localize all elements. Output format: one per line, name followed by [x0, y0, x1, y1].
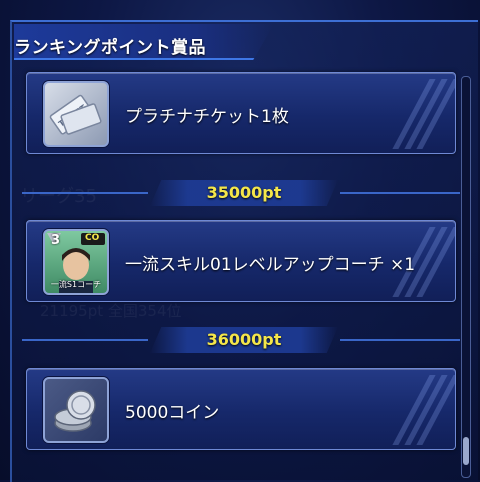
- card-type-badge: CO: [85, 233, 100, 243]
- card-decoration: [392, 79, 455, 149]
- reward-label: プラチナチケット1枚: [125, 107, 289, 127]
- points-label: 35000pt: [206, 183, 282, 202]
- points-threshold: 35000pt: [0, 178, 480, 210]
- platinum-ticket-icon: TICKET: [43, 81, 109, 147]
- reward-item-platinum-ticket[interactable]: TICKET プラチナチケット1枚: [26, 72, 456, 154]
- points-threshold: 36000pt: [0, 325, 480, 357]
- points-label: 36000pt: [206, 330, 282, 349]
- scroll-thumb[interactable]: [463, 437, 469, 465]
- card-decoration: [392, 375, 455, 445]
- reward-item-skill-coach[interactable]: 3 CO 一流S1コーチ 一流スキル01レベルアップコーチ ×1: [26, 220, 456, 302]
- reward-label: 一流スキル01レベルアップコーチ ×1: [125, 255, 416, 275]
- coach-card-icon: 3 CO 一流S1コーチ: [43, 229, 109, 295]
- scrollbar[interactable]: [461, 76, 471, 478]
- card-level-badge: 3: [51, 233, 61, 248]
- card-caption: 一流S1コーチ: [50, 280, 102, 289]
- reward-item-coins[interactable]: 5000コイン: [26, 368, 456, 450]
- reward-label: 5000コイン: [125, 403, 220, 423]
- page-title: ランキングポイント賞品: [14, 38, 206, 58]
- coin-stack-icon: [43, 377, 109, 443]
